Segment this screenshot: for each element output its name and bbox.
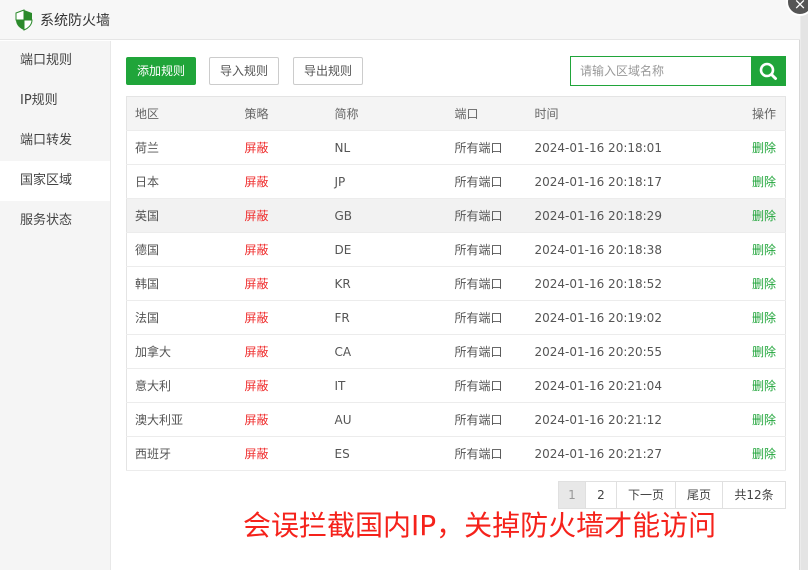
cell-policy: 屏蔽 (244, 164, 335, 199)
search-icon (759, 62, 777, 80)
cell-region: 德国 (126, 232, 245, 267)
cell-code: AU (334, 402, 455, 437)
delete-link[interactable]: 删除 (734, 300, 786, 335)
cell-region: 韩国 (126, 266, 245, 301)
cell-code: CA (334, 334, 455, 369)
table-row: 日本 屏蔽 JP 所有端口 2024-01-16 20:18:17 删除 (126, 164, 786, 199)
table-row: 加拿大 屏蔽 CA 所有端口 2024-01-16 20:20:55 删除 (126, 334, 786, 369)
table-row: 法国 屏蔽 FR 所有端口 2024-01-16 20:19:02 删除 (126, 300, 786, 335)
delete-link[interactable]: 删除 (734, 232, 786, 267)
cell-code: KR (334, 266, 455, 301)
cell-port: 所有端口 (454, 266, 535, 301)
cell-port: 所有端口 (454, 436, 535, 471)
cell-port: 所有端口 (454, 130, 535, 165)
cell-time: 2024-01-16 20:18:17 (534, 164, 735, 199)
delete-link[interactable]: 删除 (734, 334, 786, 369)
cell-region: 荷兰 (126, 130, 245, 165)
cell-code: NL (334, 130, 455, 165)
sidebar-item-country-region[interactable]: 国家区域 (0, 161, 110, 201)
cell-region: 意大利 (126, 368, 245, 403)
cell-code: DE (334, 232, 455, 267)
cell-time: 2024-01-16 20:18:52 (534, 266, 735, 301)
cell-policy: 屏蔽 (244, 198, 335, 233)
cell-code: ES (334, 436, 455, 471)
cell-region: 日本 (126, 164, 245, 199)
table-row: 西班牙 屏蔽 ES 所有端口 2024-01-16 20:21:27 删除 (126, 436, 786, 471)
delete-link[interactable]: 删除 (734, 402, 786, 437)
column-header-time: 时间 (534, 96, 735, 131)
cell-region: 西班牙 (126, 436, 245, 471)
search-box (570, 56, 786, 86)
cell-code: GB (334, 198, 455, 233)
cell-time: 2024-01-16 20:20:55 (534, 334, 735, 369)
cell-policy: 屏蔽 (244, 436, 335, 471)
cell-port: 所有端口 (454, 368, 535, 403)
title-bar: 系统防火墙 (0, 0, 800, 40)
cell-region: 英国 (126, 198, 245, 233)
sidebar-item-ip-rules[interactable]: IP规则 (0, 81, 110, 121)
cell-policy: 屏蔽 (244, 232, 335, 267)
cell-code: JP (334, 164, 455, 199)
cell-time: 2024-01-16 20:18:38 (534, 232, 735, 267)
cell-port: 所有端口 (454, 164, 535, 199)
sidebar-item-port-forward[interactable]: 端口转发 (0, 121, 110, 161)
firewall-window: 系统防火墙 端口规则 IP规则 端口转发 国家区域 服务状态 添加规则 导入规则… (0, 0, 800, 570)
table-row: 韩国 屏蔽 KR 所有端口 2024-01-16 20:18:52 删除 (126, 266, 786, 301)
cell-region: 加拿大 (126, 334, 245, 369)
sidebar: 端口规则 IP规则 端口转发 国家区域 服务状态 (0, 41, 111, 570)
cell-port: 所有端口 (454, 334, 535, 369)
delete-link[interactable]: 删除 (734, 368, 786, 403)
sidebar-item-service-status[interactable]: 服务状态 (0, 201, 110, 241)
cell-port: 所有端口 (454, 300, 535, 335)
delete-link[interactable]: 删除 (734, 266, 786, 301)
cell-time: 2024-01-16 20:18:01 (534, 130, 735, 165)
cell-port: 所有端口 (454, 198, 535, 233)
export-rule-button[interactable]: 导出规则 (293, 57, 363, 85)
cell-port: 所有端口 (454, 402, 535, 437)
table-row: 德国 屏蔽 DE 所有端口 2024-01-16 20:18:38 删除 (126, 232, 786, 267)
sidebar-item-port-rules[interactable]: 端口规则 (0, 41, 110, 81)
search-input[interactable] (570, 56, 752, 86)
cell-port: 所有端口 (454, 232, 535, 267)
cell-time: 2024-01-16 20:21:12 (534, 402, 735, 437)
cell-region: 法国 (126, 300, 245, 335)
delete-link[interactable]: 删除 (734, 198, 786, 233)
column-header-policy: 策略 (244, 96, 335, 131)
table-row: 澳大利亚 屏蔽 AU 所有端口 2024-01-16 20:21:12 删除 (126, 402, 786, 437)
cell-time: 2024-01-16 20:21:27 (534, 436, 735, 471)
cell-time: 2024-01-16 20:18:29 (534, 198, 735, 233)
shield-icon (15, 9, 33, 31)
search-button[interactable] (751, 56, 786, 86)
background-strip (801, 0, 808, 570)
cell-region: 澳大利亚 (126, 402, 245, 437)
column-header-code: 简称 (334, 96, 455, 131)
cell-policy: 屏蔽 (244, 130, 335, 165)
cell-policy: 屏蔽 (244, 334, 335, 369)
cell-policy: 屏蔽 (244, 300, 335, 335)
cell-policy: 屏蔽 (244, 402, 335, 437)
delete-link[interactable]: 删除 (734, 164, 786, 199)
cell-code: IT (334, 368, 455, 403)
table-header-row: 地区 策略 简称 端口 时间 操作 (126, 96, 786, 131)
delete-link[interactable]: 删除 (734, 130, 786, 165)
cell-policy: 屏蔽 (244, 368, 335, 403)
window-title: 系统防火墙 (40, 13, 110, 29)
table-row: 荷兰 屏蔽 NL 所有端口 2024-01-16 20:18:01 删除 (126, 130, 786, 165)
column-header-port: 端口 (454, 96, 535, 131)
column-header-action: 操作 (734, 96, 786, 131)
add-rule-button[interactable]: 添加规则 (126, 57, 196, 85)
cell-code: FR (334, 300, 455, 335)
cell-time: 2024-01-16 20:21:04 (534, 368, 735, 403)
column-header-region: 地区 (126, 96, 245, 131)
cell-policy: 屏蔽 (244, 266, 335, 301)
cell-time: 2024-01-16 20:19:02 (534, 300, 735, 335)
region-rules-table: 地区 策略 简称 端口 时间 操作 荷兰 屏蔽 NL 所有端口 2024-01-16 2… (126, 96, 786, 471)
table-row: 英国 屏蔽 GB 所有端口 2024-01-16 20:18:29 删除 (126, 198, 786, 233)
delete-link[interactable]: 删除 (734, 436, 786, 471)
annotation-text: 会误拦截国内IP，关掉防火墙才能访问 (243, 509, 717, 542)
import-rule-button[interactable]: 导入规则 (209, 57, 279, 85)
table-row: 意大利 屏蔽 IT 所有端口 2024-01-16 20:21:04 删除 (126, 368, 786, 403)
total-count: 共12条 (722, 481, 786, 509)
